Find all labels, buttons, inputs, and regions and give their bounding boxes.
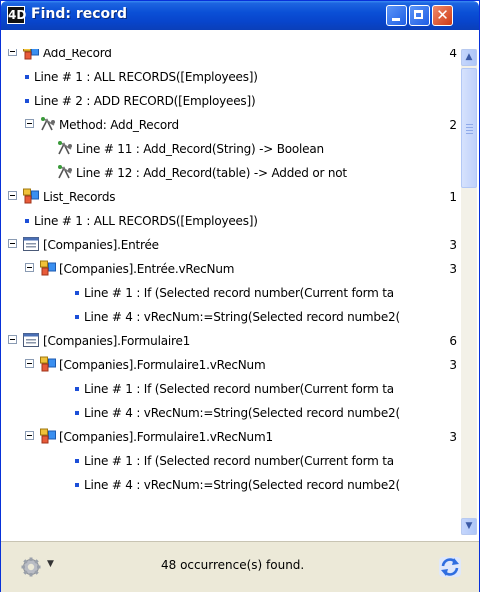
line-bullet xyxy=(75,387,79,391)
method-icon xyxy=(23,49,39,60)
result-label: Line # 12 : Add_Record(table) -> Added o… xyxy=(76,166,347,180)
result-row[interactable]: [Companies].Entrée 3 xyxy=(5,233,461,257)
vertical-scrollbar[interactable]: ▲ ▼ xyxy=(461,49,477,535)
result-row[interactable]: [Companies].Formulaire1 6 xyxy=(5,329,461,353)
result-label: Line # 11 : Add_Record(String) -> Boolea… xyxy=(76,142,324,156)
result-row[interactable]: Line # 1 : If (Selected record number(Cu… xyxy=(5,449,461,473)
occurrence-count: 3 xyxy=(449,238,457,252)
scroll-up-button[interactable]: ▲ xyxy=(461,49,477,66)
close-icon: ✕ xyxy=(436,6,449,24)
result-label: Line # 1 : If (Selected record number(Cu… xyxy=(84,286,394,300)
result-row[interactable]: Line # 2 : ADD RECORD([Employees]) xyxy=(5,89,461,113)
result-row[interactable]: Line # 4 : vRecNum:=String(Selected reco… xyxy=(5,401,461,425)
result-label: Add_Record xyxy=(43,49,112,60)
maximize-icon xyxy=(414,10,423,19)
result-row[interactable]: [Companies].Formulaire1.vRecNum 3 xyxy=(5,353,461,377)
result-label: List_Records xyxy=(43,190,116,204)
result-label: [Companies].Entrée xyxy=(43,238,159,252)
grip-line xyxy=(466,130,473,131)
result-row[interactable]: Line # 11 : Add_Record(String) -> Boolea… xyxy=(5,137,461,161)
result-label: Line # 4 : vRecNum:=String(Selected reco… xyxy=(84,310,400,324)
result-row[interactable]: Add_Record 4 xyxy=(5,49,461,65)
line-bullet xyxy=(75,459,79,463)
result-row[interactable]: Line # 1 : ALL RECORDS([Employees]) xyxy=(5,65,461,89)
line-bullet xyxy=(25,99,29,103)
grip-line xyxy=(466,124,473,125)
result-label: Line # 2 : ADD RECORD([Employees]) xyxy=(34,94,256,108)
line-bullet xyxy=(75,411,79,415)
collapse-toggle[interactable] xyxy=(25,359,34,368)
close-button[interactable]: ✕ xyxy=(432,5,453,26)
form-icon xyxy=(23,237,39,251)
line-bullet xyxy=(75,315,79,319)
occurrence-count: 3 xyxy=(449,358,457,372)
chevron-down-icon[interactable]: ▼ xyxy=(47,559,54,569)
minimize-button[interactable] xyxy=(386,5,407,26)
maximize-button[interactable] xyxy=(409,5,430,26)
result-label: Line # 1 : If (Selected record number(Cu… xyxy=(84,382,394,396)
occurrence-count: 3 xyxy=(449,430,457,444)
status-bar: ▼ 48 occurrence(s) found. xyxy=(1,541,479,592)
occurrence-count: 6 xyxy=(449,334,457,348)
occurrence-count: 4 xyxy=(449,49,457,60)
line-bullet xyxy=(75,483,79,487)
result-row[interactable]: Line # 1 : ALL RECORDS([Employees]) xyxy=(5,209,461,233)
grip-line xyxy=(466,133,473,134)
minimize-icon xyxy=(392,18,400,21)
form-icon xyxy=(23,333,39,347)
occurrence-count: 2 xyxy=(449,118,457,132)
collapse-toggle[interactable] xyxy=(25,119,34,128)
grip-line xyxy=(466,127,473,128)
refresh-icon[interactable] xyxy=(437,555,463,579)
collapse-toggle[interactable] xyxy=(25,263,34,272)
method-icon xyxy=(40,260,56,276)
find-window: 4D Find: record ✕ Add_Record 4 Line # 1 : … xyxy=(0,0,480,592)
collapse-toggle[interactable] xyxy=(8,335,17,344)
occurrence-count: 3 xyxy=(449,262,457,276)
result-row[interactable]: Line # 4 : vRecNum:=String(Selected reco… xyxy=(5,305,461,329)
results-tree: Add_Record 4 Line # 1 : ALL RECORDS([Emplo… xyxy=(5,49,461,535)
declaration-icon xyxy=(58,141,72,155)
line-bullet xyxy=(25,75,29,79)
method-icon xyxy=(23,188,39,204)
result-label: Line # 1 : ALL RECORDS([Employees]) xyxy=(34,70,258,84)
result-label: Line # 4 : vRecNum:=String(Selected reco… xyxy=(84,478,400,492)
result-row[interactable]: List_Records 1 xyxy=(5,185,461,209)
gear-icon[interactable] xyxy=(21,557,41,577)
occurrence-count: 1 xyxy=(449,190,457,204)
result-label: [Companies].Formulaire1 xyxy=(43,334,191,348)
result-label: Line # 4 : vRecNum:=String(Selected reco… xyxy=(84,406,400,420)
result-label: [Companies].Formulaire1.vRecNum1 xyxy=(59,430,273,444)
app-4d-icon: 4D xyxy=(7,6,27,24)
result-row[interactable]: Method: Add_Record 2 xyxy=(5,113,461,137)
line-bullet xyxy=(75,291,79,295)
line-bullet xyxy=(25,219,29,223)
result-row[interactable]: [Companies].Formulaire1.vRecNum1 3 xyxy=(5,425,461,449)
declaration-icon xyxy=(41,117,55,131)
scroll-down-button[interactable]: ▼ xyxy=(461,518,477,535)
result-row[interactable]: Line # 1 : If (Selected record number(Cu… xyxy=(5,281,461,305)
chevron-up-icon: ▲ xyxy=(465,52,473,62)
result-row[interactable]: Line # 12 : Add_Record(table) -> Added o… xyxy=(5,161,461,185)
scroll-thumb[interactable] xyxy=(461,68,477,188)
result-row[interactable]: Line # 4 : vRecNum:=String(Selected reco… xyxy=(5,473,461,497)
chevron-down-icon: ▼ xyxy=(465,521,473,531)
result-label: [Companies].Entrée.vRecNum xyxy=(59,262,235,276)
title-bar[interactable]: 4D Find: record ✕ xyxy=(1,1,479,30)
collapse-toggle[interactable] xyxy=(8,239,17,248)
collapse-toggle[interactable] xyxy=(8,49,17,56)
collapse-toggle[interactable] xyxy=(8,191,17,200)
result-label: Line # 1 : ALL RECORDS([Employees]) xyxy=(34,214,258,228)
declaration-icon xyxy=(58,165,72,179)
method-icon xyxy=(40,428,56,444)
result-label: Method: Add_Record xyxy=(59,118,179,132)
window-title: Find: record xyxy=(31,6,128,22)
result-label: Line # 1 : If (Selected record number(Cu… xyxy=(84,454,394,468)
result-row[interactable]: Line # 1 : If (Selected record number(Cu… xyxy=(5,377,461,401)
collapse-toggle[interactable] xyxy=(25,431,34,440)
result-label: [Companies].Formulaire1.vRecNum xyxy=(59,358,266,372)
method-icon xyxy=(40,356,56,372)
result-row[interactable]: [Companies].Entrée.vRecNum 3 xyxy=(5,257,461,281)
status-text: 48 occurrence(s) found. xyxy=(161,558,305,572)
